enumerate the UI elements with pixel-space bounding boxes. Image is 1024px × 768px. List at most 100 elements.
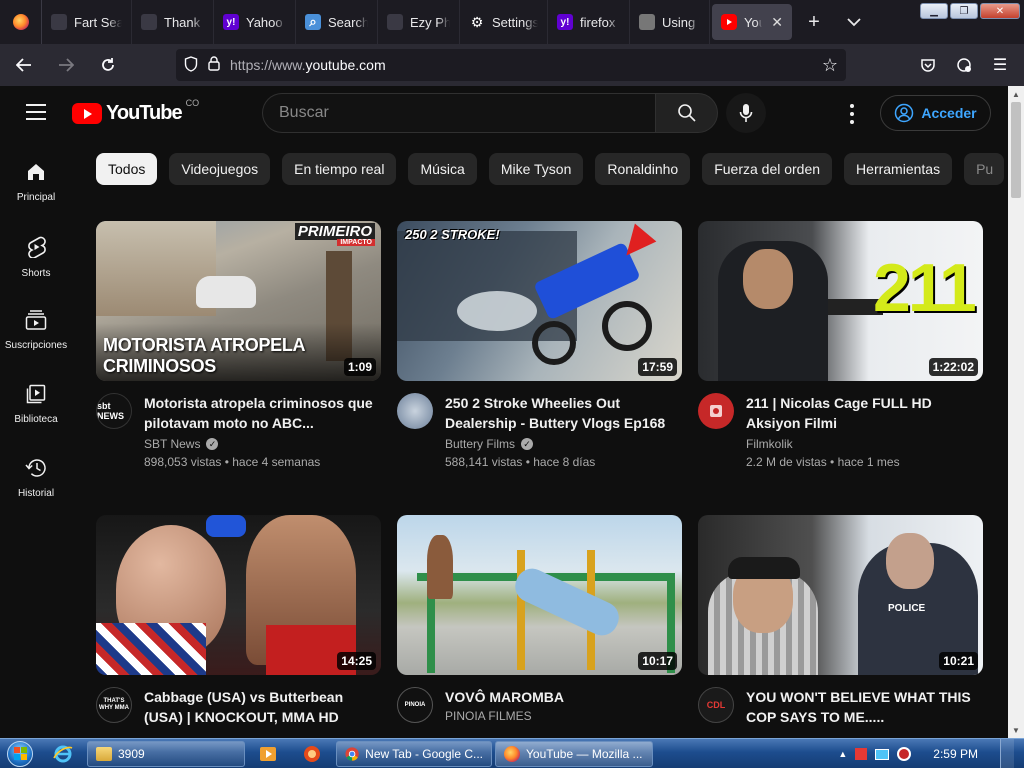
search-input[interactable]: Buscar: [262, 93, 656, 133]
chip-fuerza-del-orden[interactable]: Fuerza del orden: [702, 153, 833, 185]
back-button[interactable]: [6, 49, 42, 81]
browser-tab-title: Using k: [662, 14, 700, 30]
reload-button[interactable]: [90, 49, 126, 81]
video-card[interactable]: 14:25 THAT'S WHY MMA Cabbage (USA) vs Bu…: [96, 515, 381, 768]
video-card[interactable]: 211 1:22:02 211 | Nicolas Cage FULL HD A…: [698, 221, 983, 481]
browser-tab[interactable]: Using k: [630, 0, 710, 44]
chip-herramientas[interactable]: Herramientas: [844, 153, 953, 185]
browser-tab[interactable]: YouT ✕: [712, 4, 792, 40]
channel-avatar[interactable]: [397, 393, 433, 429]
video-thumbnail[interactable]: POLICE 10:21: [698, 515, 983, 675]
settings-kebab-icon[interactable]: [845, 102, 859, 126]
maximize-button[interactable]: ❐: [950, 3, 978, 19]
browser-tab[interactable]: ⌕ Search |: [296, 0, 378, 44]
chip-musica[interactable]: Música: [408, 153, 477, 185]
sidebar-item-suscripciones[interactable]: Suscripciones: [0, 290, 72, 364]
list-all-tabs-button[interactable]: [834, 0, 874, 44]
chip-en-tiempo-real[interactable]: En tiempo real: [282, 153, 397, 185]
browser-tab[interactable]: ⚙ Settings: [460, 0, 548, 44]
channel-avatar[interactable]: [698, 393, 734, 429]
channel-avatar[interactable]: PINOIA: [397, 687, 433, 723]
video-title[interactable]: 211 | Nicolas Cage FULL HD Aksiyon Filmi: [746, 393, 976, 433]
sidebar-item-historial[interactable]: Historial: [0, 438, 72, 512]
video-title[interactable]: Motorista atropela criminosos que pilota…: [144, 393, 374, 433]
browser-tab[interactable]: y! Yahoo |: [214, 0, 296, 44]
browser-tab[interactable]: Fart Search: [42, 0, 132, 44]
tracking-protection-shield-icon[interactable]: [184, 55, 198, 75]
browser-tab[interactable]: Thank Y: [132, 0, 214, 44]
address-bar[interactable]: https://www.youtube.com ☆: [176, 49, 846, 81]
chip-videojuegos[interactable]: Videojuegos: [169, 153, 271, 185]
url-text[interactable]: https://www.youtube.com: [230, 57, 386, 73]
extension-shield-icon[interactable]: [948, 49, 980, 81]
page-scrollbar[interactable]: ▲ ▼: [1008, 86, 1024, 738]
channel-name[interactable]: PINOIA FILMES: [445, 709, 532, 723]
sign-in-button[interactable]: Acceder: [880, 95, 991, 131]
app-menu-icon[interactable]: ☰: [984, 49, 1016, 81]
film-reel-icon: [710, 405, 722, 417]
taskbar-task-folder[interactable]: 3909: [87, 740, 245, 767]
sidebar-item-shorts[interactable]: Shorts: [0, 216, 72, 290]
sidebar-item-principal[interactable]: Principal: [0, 142, 72, 216]
windows-logo-icon: [7, 740, 33, 767]
chip-truncated[interactable]: Pu: [964, 153, 1005, 185]
pocket-icon[interactable]: [912, 49, 944, 81]
video-card[interactable]: 250 2 STROKE! 17:59 250 2 Stroke Wheelie…: [397, 221, 682, 481]
channel-avatar[interactable]: sbt NEWS: [96, 393, 132, 429]
padlock-icon[interactable]: [208, 56, 220, 74]
video-card[interactable]: POLICE 10:21 CDL YOU WON'T BELIEVE WHAT …: [698, 515, 983, 768]
sidebar-item-biblioteca[interactable]: Biblioteca: [0, 364, 72, 438]
channel-name[interactable]: SBT News: [144, 437, 200, 451]
internet-explorer-icon[interactable]: [42, 740, 84, 768]
video-title[interactable]: VOVÔ MAROMBA: [445, 687, 675, 707]
youtube-logo[interactable]: YouTube CO: [72, 98, 199, 125]
video-title[interactable]: Cabbage (USA) vs Butterbean (USA) | KNOC…: [144, 687, 374, 727]
start-button[interactable]: [0, 739, 40, 768]
tray-expand-icon[interactable]: ▲: [838, 749, 847, 759]
video-thumbnail[interactable]: 211 1:22:02: [698, 221, 983, 381]
app-launcher-icon[interactable]: [291, 740, 333, 768]
firefox-menu-icon[interactable]: [0, 0, 42, 44]
browser-tab-title: Thank Y: [164, 14, 204, 30]
video-card[interactable]: PRIMEIRO IMPACTO MOTORISTA ATROPELA CRIM…: [96, 221, 381, 481]
video-thumbnail[interactable]: PRIMEIRO IMPACTO MOTORISTA ATROPELA CRIM…: [96, 221, 381, 381]
close-window-button[interactable]: ✕: [980, 3, 1020, 19]
voice-search-button[interactable]: [726, 93, 766, 133]
video-thumbnail[interactable]: 14:25: [96, 515, 381, 675]
channel-avatar[interactable]: THAT'S WHY MMA: [96, 687, 132, 723]
taskbar-task-chrome[interactable]: New Tab - Google C...: [336, 740, 492, 767]
show-desktop-button[interactable]: [1000, 739, 1014, 768]
video-card[interactable]: 10:17 PINOIA VOVÔ MAROMBA PINOIA FILMES: [397, 515, 682, 768]
video-title[interactable]: 250 2 Stroke Wheelies Out Dealership - B…: [445, 393, 675, 433]
scrollbar-thumb[interactable]: [1011, 102, 1021, 198]
clock[interactable]: 2:59 PM: [933, 747, 978, 761]
new-tab-button[interactable]: +: [794, 0, 834, 44]
browser-tab[interactable]: y! firefox a: [548, 0, 630, 44]
chip-ronaldinho[interactable]: Ronaldinho: [595, 153, 691, 185]
flag-icon[interactable]: [855, 748, 868, 760]
channel-name[interactable]: Buttery Films: [445, 437, 515, 451]
browser-tab[interactable]: Ezy Pho: [378, 0, 460, 44]
monitor-icon[interactable]: [875, 748, 890, 760]
scroll-up-arrow-icon[interactable]: ▲: [1008, 86, 1024, 102]
window-controls: ▁ ❐ ✕: [920, 3, 1020, 19]
video-thumbnail[interactable]: 250 2 STROKE! 17:59: [397, 221, 682, 381]
guide-menu-icon[interactable]: [26, 104, 46, 120]
volume-icon[interactable]: [897, 747, 912, 761]
taskbar-task-firefox[interactable]: YouTube — Mozilla ...: [495, 740, 653, 767]
library-icon: [26, 384, 46, 404]
forward-button[interactable]: [48, 49, 84, 81]
chip-mike-tyson[interactable]: Mike Tyson: [488, 153, 584, 185]
scroll-down-arrow-icon[interactable]: ▼: [1008, 722, 1024, 738]
media-player-icon[interactable]: [247, 740, 289, 768]
search-button[interactable]: [655, 93, 718, 133]
taskbar-task-label: New Tab - Google C...: [365, 746, 483, 761]
channel-name[interactable]: Filmkolik: [746, 437, 793, 451]
minimize-button[interactable]: ▁: [920, 3, 948, 19]
video-thumbnail[interactable]: 10:17: [397, 515, 682, 675]
close-tab-icon[interactable]: ✕: [771, 14, 783, 31]
chip-todos[interactable]: Todos: [96, 153, 158, 185]
channel-avatar[interactable]: CDL: [698, 687, 734, 723]
video-title[interactable]: YOU WON'T BELIEVE WHAT THIS COP SAYS TO …: [746, 687, 976, 727]
bookmark-star-icon[interactable]: ☆: [822, 55, 838, 76]
